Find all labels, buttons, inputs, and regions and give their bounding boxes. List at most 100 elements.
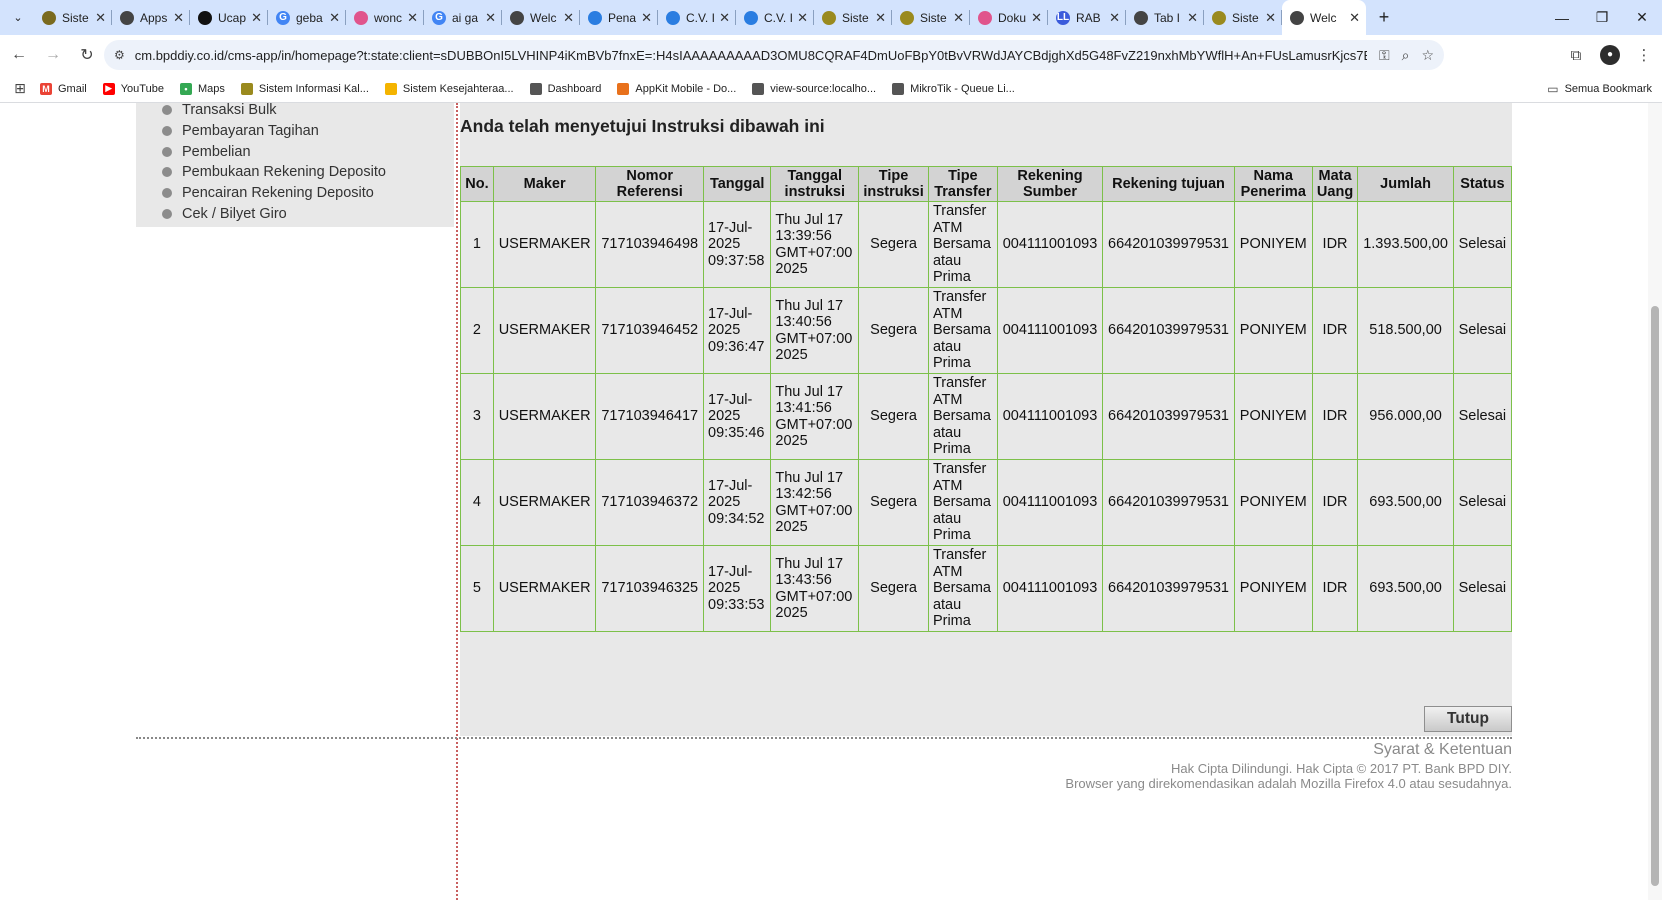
side-menu-item[interactable]: Pembukaan Rekening Deposito — [162, 162, 386, 182]
tab-close-icon[interactable]: ✕ — [641, 10, 652, 26]
profile-avatar[interactable]: ● — [1600, 45, 1620, 65]
browser-tab[interactable]: Pena ✕ — [580, 0, 658, 35]
cell-dst: 664201039979531 — [1102, 459, 1235, 546]
bookmark-favicon-icon — [384, 82, 397, 95]
tab-close-icon[interactable]: ✕ — [563, 10, 574, 26]
back-icon[interactable]: ← — [4, 40, 34, 70]
tab-close-icon[interactable]: ✕ — [1109, 10, 1120, 26]
tab-close-icon[interactable]: ✕ — [1349, 10, 1360, 26]
scrollbar-thumb[interactable] — [1651, 306, 1659, 886]
header-line: Tipe — [878, 168, 909, 184]
cell-instr-type: Segera — [858, 459, 929, 546]
menu-icon[interactable]: ⋮ — [1634, 46, 1654, 64]
browser-tab[interactable]: Tab I ✕ — [1126, 0, 1204, 35]
browser-tab[interactable]: Siste ✕ — [1204, 0, 1282, 35]
browser-tab[interactable]: Gai ga ✕ — [424, 0, 502, 35]
side-menu-item[interactable]: Pencairan Rekening Deposito — [162, 183, 374, 203]
browser-tab[interactable]: Apps ✕ — [112, 0, 190, 35]
apps-grid-icon[interactable]: ⊞ — [0, 80, 40, 97]
tab-close-icon[interactable]: ✕ — [251, 10, 262, 26]
minimize-icon[interactable]: — — [1542, 0, 1582, 35]
reload-icon[interactable]: ↻ — [72, 40, 102, 70]
cell-recipient: PONIYEM — [1233, 287, 1313, 374]
bookmark-item[interactable]: Sistem Kesejahteraa... — [384, 82, 514, 95]
tab-search-icon[interactable]: ⌄ — [6, 6, 30, 30]
tab-close-icon[interactable]: ✕ — [407, 10, 418, 26]
tab-close-icon[interactable]: ✕ — [1187, 10, 1198, 26]
side-menu-item[interactable]: Pembelian — [162, 142, 251, 162]
tab-close-icon[interactable]: ✕ — [1031, 10, 1042, 26]
bookmark-item[interactable]: Dashboard — [529, 82, 602, 95]
side-menu-item[interactable]: Transaksi Bulk — [162, 103, 277, 120]
tab-close-icon[interactable]: ✕ — [1265, 10, 1276, 26]
terms-link[interactable]: Syarat & Ketentuan — [900, 739, 1512, 761]
side-menu-item[interactable]: Pembayaran Tagihan — [162, 121, 319, 141]
browser-tab[interactable]: LL RAB ✕ — [1048, 0, 1126, 35]
tab-title: RAB — [1076, 10, 1101, 25]
header-line: Maker — [523, 176, 566, 192]
browser-tab[interactable]: Ggeba ✕ — [268, 0, 346, 35]
tab-close-icon[interactable]: ✕ — [329, 10, 340, 26]
column-header: Rekening tujuan — [1102, 166, 1235, 202]
tab-close-icon[interactable]: ✕ — [719, 10, 730, 26]
bookmark-star-icon[interactable]: ☆ — [1421, 47, 1434, 64]
tab-close-icon[interactable]: ✕ — [485, 10, 496, 26]
browser-tab[interactable]: Siste ✕ — [34, 0, 112, 35]
side-menu-item[interactable]: Cek / Bilyet Giro — [162, 204, 287, 224]
extensions-icon[interactable]: ⧉ — [1566, 47, 1586, 64]
close-button[interactable]: Tutup — [1424, 706, 1512, 732]
bookmark-item[interactable]: M Gmail — [40, 82, 87, 95]
zoom-icon[interactable]: ⌕ — [1402, 47, 1410, 64]
url-text[interactable]: cm.bpddiy.co.id/cms-app/in/homepage?t:st… — [135, 48, 1367, 63]
address-bar[interactable]: ⚙ cm.bpddiy.co.id/cms-app/in/homepage?t:… — [104, 40, 1444, 70]
bookmark-item[interactable]: Sistem Informasi Kal... — [240, 82, 369, 95]
restore-icon[interactable]: ❐ — [1582, 0, 1622, 35]
new-tab-icon[interactable]: + — [1370, 7, 1398, 28]
header-line: Jumlah — [1380, 176, 1431, 192]
page-scrollbar[interactable] — [1648, 103, 1662, 900]
password-key-icon[interactable]: ⚿ — [1379, 47, 1390, 64]
bookmark-item[interactable]: AppKit Mobile - Do... — [617, 82, 736, 95]
cell-instr-date: Thu Jul 17 13:42:56 GMT+07:00 2025 — [770, 459, 860, 546]
bookmark-item[interactable]: MikroTik - Queue Li... — [892, 82, 1015, 95]
browser-tab[interactable]: Welc ✕ — [502, 0, 580, 35]
bookmark-favicon-icon: M — [40, 82, 52, 95]
close-window-icon[interactable]: ✕ — [1622, 0, 1662, 35]
header-line: Rekening — [1017, 168, 1083, 184]
browser-tab[interactable]: wonc ✕ — [346, 0, 424, 35]
tab-close-icon[interactable]: ✕ — [953, 10, 964, 26]
bookmark-item[interactable]: ▶ YouTube — [102, 82, 164, 95]
browser-tab[interactable]: Siste ✕ — [892, 0, 970, 35]
vertical-divider — [456, 103, 458, 900]
cell-instr-type: Segera — [858, 287, 929, 374]
tab-close-icon[interactable]: ✕ — [875, 10, 886, 26]
browser-tab[interactable]: Ucap ✕ — [190, 0, 268, 35]
cell-no: 1 — [460, 201, 494, 288]
table-row: 3 USERMAKER 717103946417 17-Jul- 2025 09:35:4… — [460, 373, 1513, 460]
tab-close-icon[interactable]: ✕ — [173, 10, 184, 26]
folder-icon: ▭ — [1547, 82, 1559, 96]
site-info-icon[interactable]: ⚙ — [114, 48, 125, 62]
cell-line: 13:41:56 — [775, 400, 832, 416]
cell-dst: 664201039979531 — [1102, 373, 1235, 460]
column-header: No. — [460, 166, 494, 202]
cell-amount: 1.393.500,00 — [1357, 201, 1454, 288]
bookmark-item[interactable]: view-source:localho... — [752, 82, 876, 95]
tab-close-icon[interactable]: ✕ — [797, 10, 808, 26]
bookmark-label: Dashboard — [547, 82, 602, 95]
header-line: Mata — [1318, 168, 1352, 184]
tab-title: wonc — [374, 10, 403, 25]
forward-icon[interactable]: → — [38, 40, 68, 70]
tab-close-icon[interactable]: ✕ — [95, 10, 106, 26]
browser-tab[interactable]: C.V. I ✕ — [658, 0, 736, 35]
side-menu: Transaksi Bulk Pembayaran Tagihan Pembelia… — [136, 103, 454, 227]
table-row: 2 USERMAKER 717103946452 17-Jul- 2025 09:36:4… — [460, 287, 1513, 374]
cell-line: 09:36:47 — [708, 338, 765, 355]
browser-tab[interactable]: C.V. I ✕ — [736, 0, 814, 35]
bookmark-item[interactable]: • Maps — [179, 82, 225, 95]
browser-tab[interactable]: Welc ✕ — [1282, 0, 1366, 35]
all-bookmarks[interactable]: ▭ Semua Bookmark — [1547, 75, 1652, 103]
browser-tab[interactable]: Siste ✕ — [814, 0, 892, 35]
cell-line: Prima — [932, 355, 971, 372]
browser-tab[interactable]: Doku ✕ — [970, 0, 1048, 35]
